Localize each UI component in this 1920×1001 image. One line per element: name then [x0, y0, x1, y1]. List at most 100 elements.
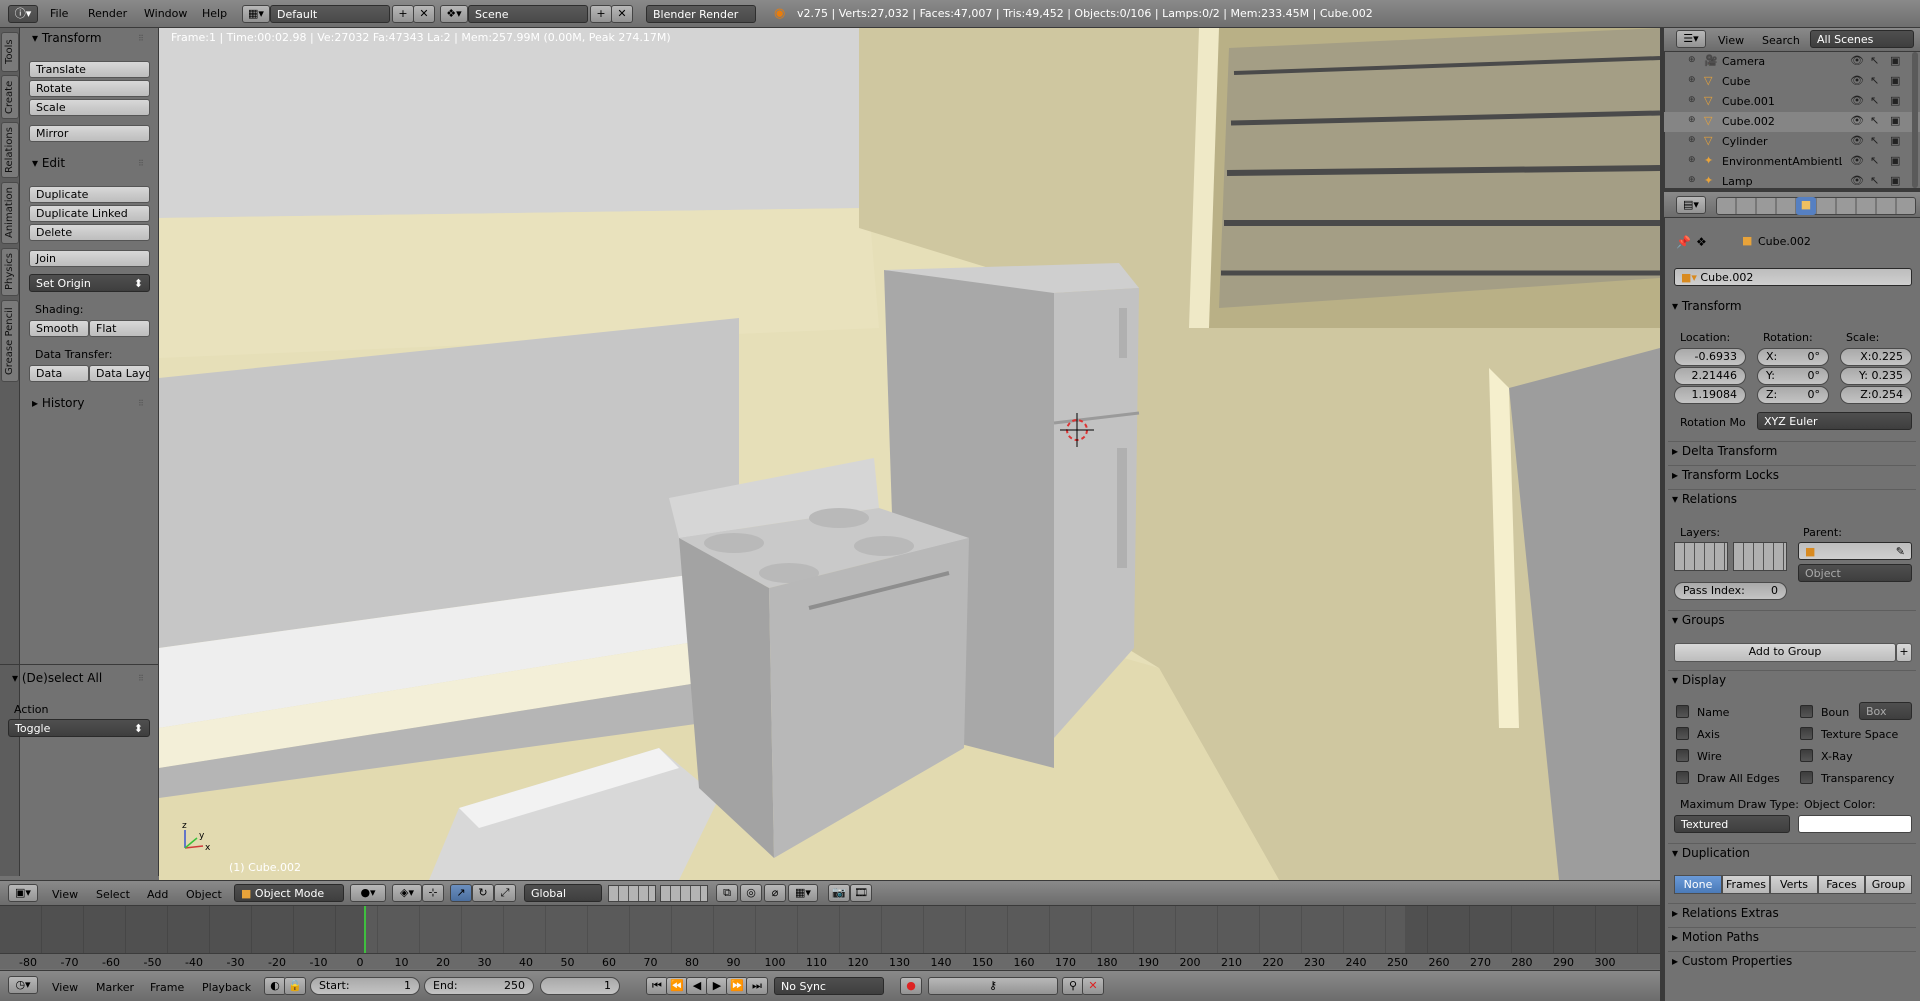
rotation-y-field[interactable]: Y: 0° — [1757, 367, 1829, 385]
menu-render[interactable]: Render — [88, 7, 127, 20]
x-ray-checkbox[interactable] — [1800, 749, 1813, 762]
start-frame-field[interactable]: Start: 1 — [310, 977, 420, 995]
transform-orientation-select[interactable]: Global — [524, 884, 602, 902]
visibility-eye-icon[interactable]: 👁 — [1850, 134, 1864, 147]
snap-toggle-icon[interactable]: ⌀ — [764, 884, 786, 902]
groups-header[interactable]: ▾ Groups — [1672, 613, 1912, 627]
menu-object[interactable]: Object — [186, 888, 222, 901]
snap-element-icon[interactable]: ▦▾ — [788, 884, 818, 902]
delete-keyframe-icon[interactable]: ✕ — [1082, 977, 1104, 995]
render-camera-icon[interactable]: ▣ — [1890, 154, 1900, 167]
mode-select[interactable]: ■ Object Mode — [234, 884, 344, 902]
insert-keyframe-icon[interactable]: ⚲ — [1062, 977, 1084, 995]
expand-icon[interactable]: ⊕ — [1688, 115, 1696, 125]
pivot-point-icon[interactable]: ◈▾ — [392, 884, 422, 902]
object-tab-icon[interactable]: ■ — [1796, 197, 1816, 215]
delta-transform-header[interactable]: ▸ Delta Transform — [1672, 444, 1912, 458]
action-select[interactable]: Toggle ⬍ — [8, 719, 150, 737]
translate-manipulator-icon[interactable]: ↗ — [450, 884, 472, 902]
selectability-arrow-icon[interactable]: ↖ — [1870, 134, 1879, 147]
join-button[interactable]: Join — [29, 250, 150, 267]
panel-grip-icon[interactable]: ⠿ — [138, 34, 145, 43]
outliner-item[interactable]: ⊕ 🎥 Camera 👁 ↖ ▣ — [1664, 52, 1920, 72]
rotation-z-field[interactable]: Z: 0° — [1757, 386, 1829, 404]
duplication-header[interactable]: ▾ Duplication — [1672, 846, 1912, 860]
jump-start-icon[interactable]: ⏮ — [646, 977, 668, 995]
visibility-eye-icon[interactable]: 👁 — [1850, 114, 1864, 127]
visibility-eye-icon[interactable]: 👁 — [1850, 154, 1864, 167]
duplicate-button[interactable]: Duplicate — [29, 186, 150, 203]
jump-keyframe-forward-icon[interactable]: ⏩ — [726, 977, 748, 995]
properties-context-tabs[interactable] — [1716, 197, 1916, 215]
location-x-field[interactable]: -0.6933 — [1674, 348, 1746, 366]
current-frame-field[interactable]: 1 — [540, 977, 620, 995]
scale-manipulator-icon[interactable]: ⤢ — [494, 884, 516, 902]
selectability-arrow-icon[interactable]: ↖ — [1870, 174, 1879, 187]
outliner-scrollbar[interactable] — [1912, 52, 1918, 188]
menu-view[interactable]: View — [52, 888, 78, 901]
menu-view[interactable]: View — [52, 981, 78, 994]
menu-file[interactable]: File — [50, 7, 68, 20]
render-animation-icon[interactable]: 🎞 — [850, 884, 872, 902]
panel-grip-icon[interactable]: ⠿ — [138, 674, 145, 683]
visibility-eye-icon[interactable]: 👁 — [1850, 94, 1864, 107]
rotate-manipulator-icon[interactable]: ↻ — [472, 884, 494, 902]
parent-field[interactable]: ■ ✎ — [1798, 542, 1912, 560]
outliner-item[interactable]: ⊕ ▽ Cube.002 👁 ↖ ▣ — [1664, 112, 1920, 132]
data-layout-button[interactable]: Data Layo — [89, 365, 150, 382]
tab-physics[interactable]: Physics — [1, 248, 19, 296]
screen-layout-icon[interactable]: ▦▾ — [242, 5, 270, 23]
history-panel-title[interactable]: ▸ History — [32, 396, 85, 410]
sync-mode-select[interactable]: No Sync — [774, 977, 884, 995]
show-axis-checkbox[interactable] — [1676, 727, 1689, 740]
set-origin-select[interactable]: Set Origin ⬍ — [29, 274, 150, 292]
play-reverse-icon[interactable]: ◀ — [686, 977, 708, 995]
relations-header[interactable]: ▾ Relations — [1672, 492, 1912, 506]
editor-type-icon[interactable]: ◷▾ — [8, 976, 38, 994]
menu-playback[interactable]: Playback — [202, 981, 251, 994]
operator-panel-title[interactable]: ▾ (De)select All — [12, 671, 102, 685]
delete-button[interactable]: Delete — [29, 224, 150, 241]
expand-icon[interactable]: ⊕ — [1688, 75, 1696, 85]
remove-scene-icon[interactable]: ✕ — [611, 5, 633, 23]
jump-end-icon[interactable]: ⏭ — [746, 977, 768, 995]
jump-keyframe-back-icon[interactable]: ⏪ — [666, 977, 688, 995]
outliner-item[interactable]: ⊕ ✦ EnvironmentAmbientLi 👁 ↖ ▣ — [1664, 152, 1920, 172]
dup-frames-button[interactable]: Frames — [1722, 875, 1770, 894]
render-camera-icon[interactable]: ▣ — [1890, 134, 1900, 147]
scale-y-field[interactable]: Y: 0.235 — [1840, 367, 1912, 385]
dup-faces-button[interactable]: Faces — [1818, 875, 1865, 894]
outliner-menu-view[interactable]: View — [1718, 34, 1744, 47]
editor-type-icon[interactable]: ▤▾ — [1676, 196, 1706, 214]
proportional-edit-icon[interactable]: ◎ — [740, 884, 762, 902]
render-camera-icon[interactable]: ▣ — [1890, 74, 1900, 87]
parent-type-select[interactable]: Object — [1798, 564, 1912, 582]
transform-section-header[interactable]: ▾ Transform — [1672, 299, 1912, 313]
menu-select[interactable]: Select — [96, 888, 130, 901]
editor-type-icon[interactable]: ⓘ▾ — [8, 5, 38, 23]
tab-tools[interactable]: Tools — [1, 32, 19, 72]
play-icon[interactable]: ▶ — [706, 977, 728, 995]
render-camera-icon[interactable]: ▣ — [1890, 174, 1900, 187]
use-preview-range-icon[interactable]: ◐ — [264, 977, 286, 995]
rotate-button[interactable]: Rotate — [29, 80, 150, 97]
record-icon[interactable]: ● — [900, 977, 922, 995]
scene-field[interactable]: Scene — [468, 5, 588, 23]
selectability-arrow-icon[interactable]: ↖ — [1870, 154, 1879, 167]
scene-icon[interactable]: ❖▾ — [440, 5, 468, 23]
max-draw-type-select[interactable]: Textured — [1674, 815, 1790, 833]
pin-icon[interactable]: 📌 — [1676, 235, 1691, 249]
show-wire-checkbox[interactable] — [1676, 749, 1689, 762]
display-header[interactable]: ▾ Display — [1672, 673, 1912, 687]
mirror-button[interactable]: Mirror — [29, 125, 150, 142]
pass-index-field[interactable]: Pass Index: 0 — [1674, 582, 1787, 600]
screen-layout-field[interactable]: Default — [270, 5, 390, 23]
selectability-arrow-icon[interactable]: ↖ — [1870, 74, 1879, 87]
draw-all-edges-checkbox[interactable] — [1676, 771, 1689, 784]
bounds-type-select[interactable]: Box — [1859, 702, 1912, 720]
add-to-group-button[interactable]: Add to Group — [1674, 643, 1896, 662]
selectability-arrow-icon[interactable]: ↖ — [1870, 114, 1879, 127]
edit-panel-title[interactable]: ▾ Edit — [32, 156, 65, 170]
menu-add[interactable]: Add — [147, 888, 168, 901]
duplicate-linked-button[interactable]: Duplicate Linked — [29, 205, 150, 222]
